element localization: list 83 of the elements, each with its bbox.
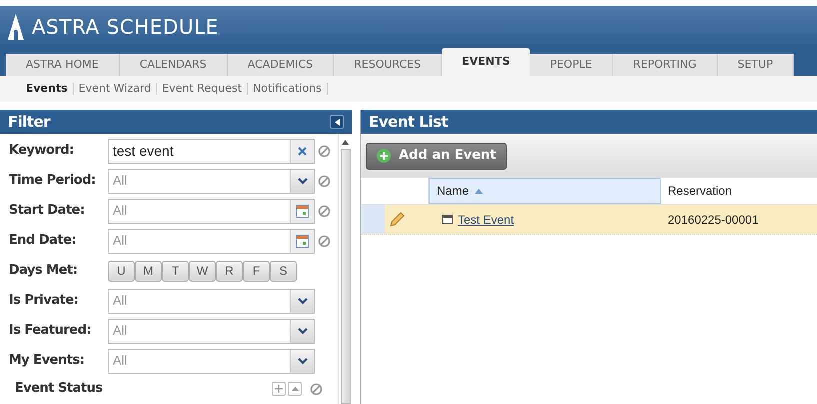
event-link[interactable]: Test Event <box>458 210 514 228</box>
event-row[interactable]: Test Event 20160225-00001 <box>361 205 817 235</box>
field-label: My Events: <box>8 352 86 370</box>
nav-tab[interactable]: REPORTING <box>613 54 718 76</box>
add-event-button[interactable]: Add an Event <box>366 142 508 170</box>
select-field[interactable]: All <box>108 318 315 344</box>
collapse-section-button[interactable] <box>288 382 302 396</box>
panel-title: Filter <box>8 112 50 133</box>
select-field[interactable]: All <box>108 288 315 314</box>
select-value: All <box>112 322 128 340</box>
reservation-cell-text: 20160225-00001 <box>667 212 760 228</box>
subnav-link[interactable]: Events <box>26 80 68 98</box>
nav-tab[interactable]: PEOPLE <box>530 54 614 76</box>
day-toggle[interactable]: R <box>216 260 243 282</box>
select-field[interactable]: All <box>108 348 315 374</box>
add-button[interactable] <box>272 382 286 396</box>
day-toggle[interactable]: T <box>162 260 189 282</box>
chevron-down-icon <box>298 178 308 184</box>
clear-filter-icon[interactable] <box>318 174 331 188</box>
date-value: All <box>112 232 128 250</box>
day-toggle[interactable]: U <box>108 260 135 282</box>
plus-circle-icon <box>377 149 391 163</box>
app-title: ASTRA SCHEDULE <box>32 14 219 41</box>
select-value: All <box>112 292 128 310</box>
field-label: Time Period: <box>8 172 97 190</box>
nav-tab[interactable]: CALENDARS <box>120 54 228 76</box>
chevron-down-icon <box>298 358 308 364</box>
nav-tab[interactable]: SETUP <box>718 54 794 76</box>
pencil-icon[interactable] <box>389 212 405 228</box>
scroll-up-icon[interactable] <box>342 140 349 145</box>
date-field[interactable]: All <box>108 228 315 254</box>
clear-filter-icon[interactable] <box>310 382 323 396</box>
keyword-value: test event <box>112 142 175 160</box>
calendar-icon <box>296 234 309 248</box>
select-field[interactable]: All <box>108 168 315 194</box>
select-value: All <box>112 352 128 370</box>
subnav-link[interactable]: Event Request <box>162 80 242 98</box>
select-value: All <box>112 172 128 190</box>
day-toggle[interactable]: M <box>135 260 162 282</box>
caret-left-icon <box>334 118 340 126</box>
field-label: Keyword: <box>8 142 75 160</box>
subnav-link[interactable]: Event Wizard <box>78 80 152 98</box>
calendar-icon <box>296 204 309 218</box>
clear-filter-icon[interactable] <box>318 204 331 218</box>
plus-icon <box>275 385 283 393</box>
chevron-down-icon <box>298 328 308 334</box>
clear-filter-icon[interactable] <box>318 234 331 248</box>
chevron-down-icon <box>298 298 308 304</box>
dropdown-button[interactable] <box>290 170 314 192</box>
calendar-button[interactable] <box>290 200 314 222</box>
clear-button[interactable] <box>290 140 314 162</box>
panel-title: Event List <box>369 112 448 133</box>
sort-ascending-icon <box>475 188 484 194</box>
collapse-button[interactable] <box>330 115 344 129</box>
logo-icon <box>8 14 24 40</box>
date-field[interactable]: All <box>108 198 315 224</box>
dropdown-button[interactable] <box>290 320 314 342</box>
clear-filter-icon[interactable] <box>318 144 331 158</box>
nav-tab[interactable]: ACADEMICS <box>228 54 334 76</box>
subnav-link[interactable]: Notifications <box>253 80 322 98</box>
caret-up-icon <box>292 387 298 391</box>
nav-tab[interactable]: RESOURCES <box>334 54 442 76</box>
day-toggle[interactable]: S <box>270 260 297 282</box>
dropdown-button[interactable] <box>290 350 314 372</box>
date-value: All <box>112 202 128 220</box>
field-label: Is Featured: <box>8 322 92 340</box>
keyword-field[interactable]: test event <box>108 138 315 164</box>
field-label: Days Met: <box>8 262 79 280</box>
event-icon <box>442 215 453 224</box>
day-toggle[interactable]: W <box>189 260 216 282</box>
scrollbar[interactable] <box>338 134 352 404</box>
nav-tab[interactable]: EVENTS <box>442 48 530 76</box>
nav-tab[interactable]: ASTRA HOME <box>6 54 120 76</box>
column-header[interactable]: Name <box>429 178 661 204</box>
section-label: Event Status <box>14 380 104 398</box>
field-label: End Date: <box>8 232 78 250</box>
close-icon <box>298 146 307 156</box>
dropdown-button[interactable] <box>290 290 314 312</box>
calendar-button[interactable] <box>290 230 314 252</box>
field-label: Start Date: <box>8 202 86 220</box>
day-toggle[interactable]: F <box>243 260 270 282</box>
field-label: Is Private: <box>8 292 80 310</box>
column-header[interactable]: Reservation <box>661 178 817 204</box>
